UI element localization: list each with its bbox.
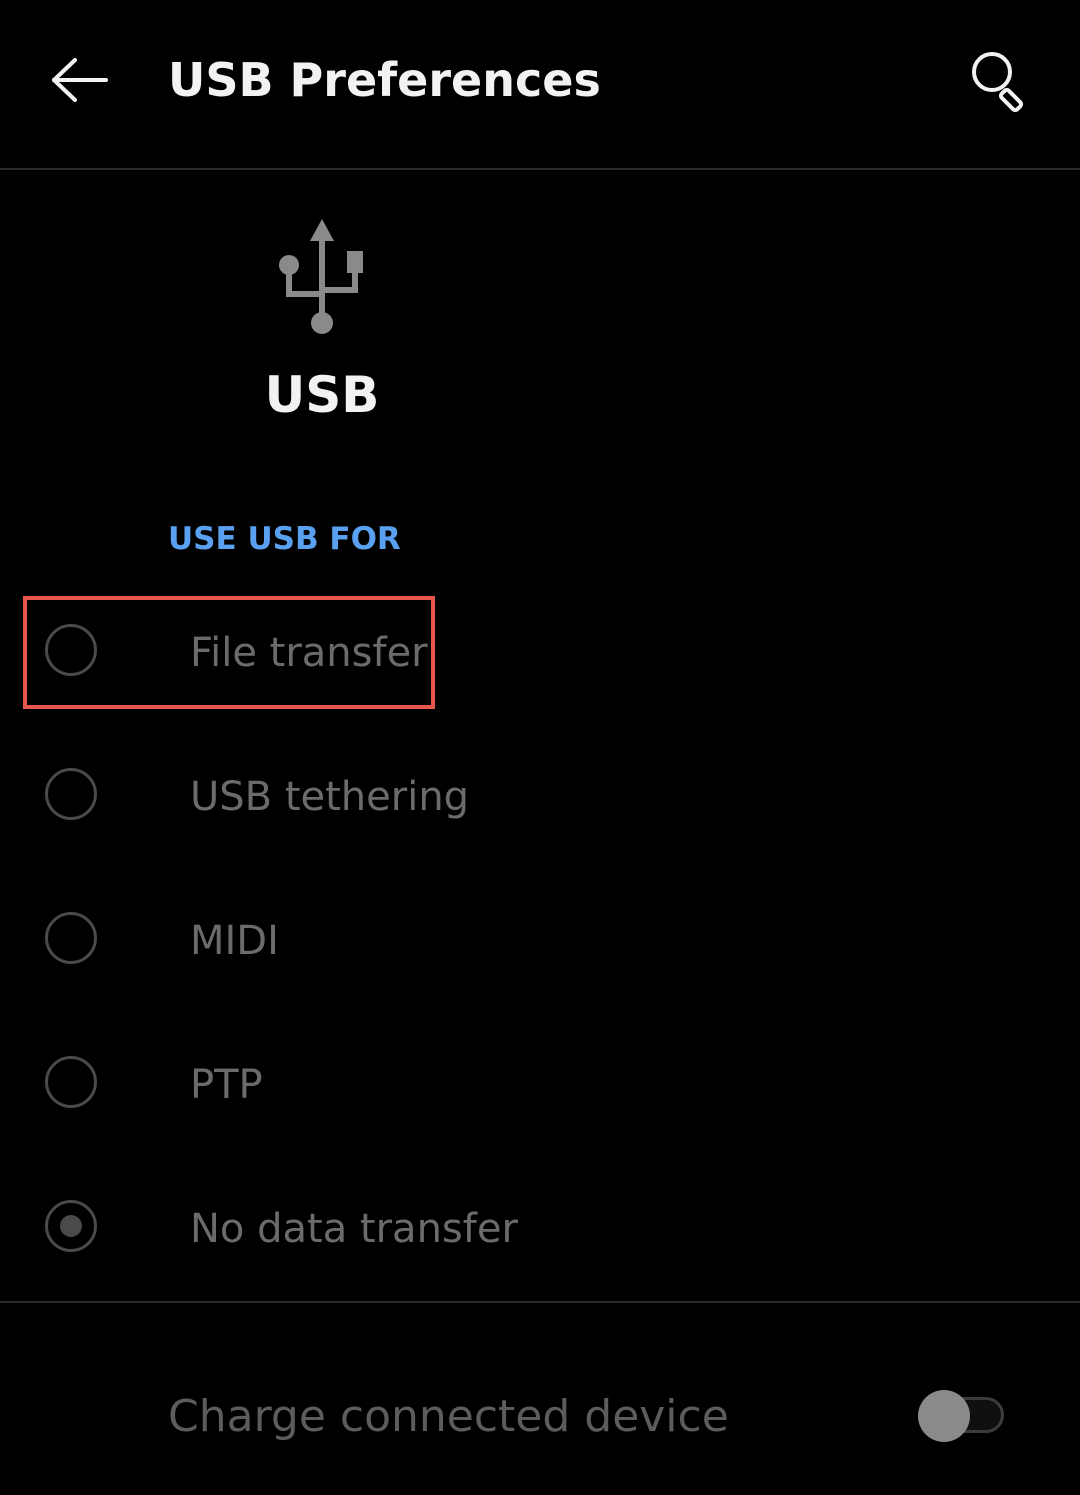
option-label: USB tethering [190,774,470,820]
arrow-left-icon [52,58,108,102]
highlight-box [23,596,435,709]
radio-selected-dot [60,1215,82,1237]
radio-button[interactable] [45,768,97,820]
usb-icon [279,219,363,334]
search-icon [972,52,1024,112]
option-usb-tethering[interactable]: USB tethering [0,724,1080,868]
radio-button[interactable] [45,1056,97,1108]
page-title: USB Preferences [168,53,601,107]
search-button[interactable] [950,30,1050,130]
option-midi[interactable]: MIDI [0,868,1080,1012]
divider [0,1301,1080,1303]
option-no-data-transfer[interactable]: No data transfer [0,1156,1080,1300]
radio-button[interactable] [45,912,97,964]
charge-connected-device-row[interactable]: Charge connected device [0,1340,1080,1490]
option-ptp[interactable]: PTP [0,1012,1080,1156]
charge-toggle[interactable] [918,1390,1006,1442]
charge-label: Charge connected device [168,1391,729,1442]
option-label: MIDI [190,918,279,964]
app-bar: USB Preferences [0,0,1080,170]
section-label: USE USB FOR [168,521,401,557]
usb-header: USB [220,215,424,425]
option-label: No data transfer [190,1206,518,1252]
option-label: PTP [190,1062,263,1108]
back-button[interactable] [30,30,130,130]
radio-button-selected[interactable] [45,1200,97,1252]
usb-title: USB [264,366,380,424]
toggle-thumb [918,1390,970,1442]
